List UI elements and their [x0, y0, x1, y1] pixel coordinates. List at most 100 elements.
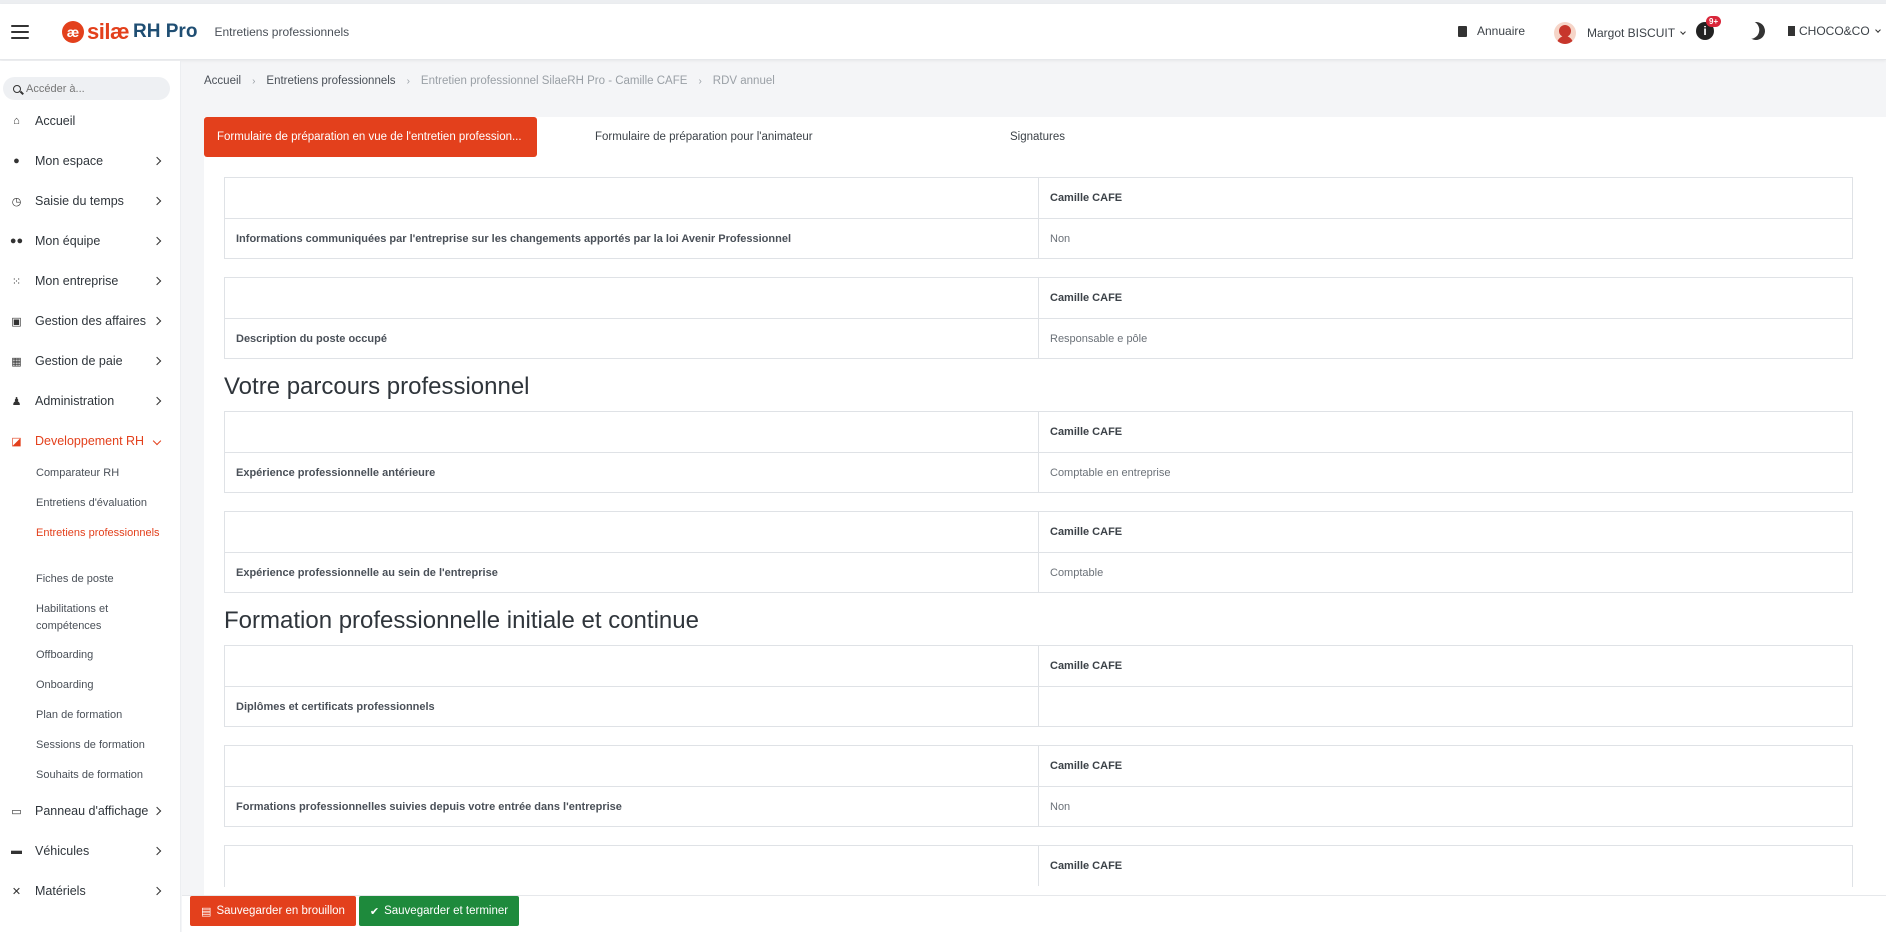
section-title-parcours: Votre parcours professionnel: [224, 373, 530, 400]
breadcrumb-separator: ›: [698, 75, 702, 87]
sidebar-item-saisie-du-temps[interactable]: ◷ Saisie du temps: [0, 187, 181, 215]
empty-cell: [225, 178, 1039, 218]
answer-value: Non: [1050, 800, 1071, 813]
sidebar-item-label: Gestion des affaires: [35, 314, 146, 328]
sidebar-item-label: Gestion de paie: [35, 354, 123, 368]
tab-signatures[interactable]: Signatures: [1010, 117, 1065, 157]
tab-formulaire-preparation[interactable]: Formulaire de préparation en vue de l'en…: [204, 117, 537, 157]
logo-name: silæ: [87, 18, 130, 44]
sidebar-item-gestion-de-paie[interactable]: ▦ Gestion de paie: [0, 347, 181, 375]
question-label: Description du poste occupé: [225, 319, 1039, 358]
sidebar-item-label: Accueil: [35, 114, 76, 128]
section-title-formation: Formation professionnelle initiale et co…: [224, 607, 699, 634]
notifications-button[interactable]: i 9+: [1696, 16, 1722, 40]
action-bar: ▤ Sauvegarder en brouillon ✔ Sauvegarder…: [182, 895, 1886, 932]
sidebar-subitem-comparateur-rh[interactable]: Comparateur RH: [36, 465, 166, 482]
user-icon: ●: [13, 155, 20, 167]
logo-mark: æ: [62, 20, 84, 43]
chevron-right-icon: [152, 356, 162, 366]
sidebar-subitem-sessions-de-formation[interactable]: Sessions de formation: [36, 737, 166, 754]
sidebar-item-panneau-affichage[interactable]: ▭ Panneau d'affichage: [0, 797, 181, 825]
sidebar-item-mon-espace[interactable]: ● Mon espace: [0, 147, 181, 175]
breadcrumb: Accueil › Entretiens professionnels › En…: [204, 75, 775, 87]
annuaire-link[interactable]: Annuaire: [1458, 24, 1525, 38]
grid-icon: ⁙: [11, 275, 22, 288]
question-label: Formations professionnelles suivies depu…: [225, 787, 1039, 826]
growth-icon: ◪: [11, 435, 22, 448]
form-block-3: Camille CAFE Expérience professionnelle …: [224, 411, 1853, 493]
sidebar-subitem-habilitations[interactable]: Habilitations et compétences: [36, 601, 166, 635]
address-book-icon: [1458, 25, 1467, 37]
company-selector[interactable]: CHOCO&CO: [1788, 24, 1881, 38]
empty-cell: [225, 746, 1039, 786]
sidebar-subitem-fiches-de-poste[interactable]: Fiches de poste: [36, 571, 166, 588]
sidebar-item-mon-entreprise[interactable]: ⁙ Mon entreprise: [0, 267, 181, 295]
sidebar-subitem-souhaits-de-formation[interactable]: Souhaits de formation: [36, 767, 166, 784]
chevron-down-icon: [1874, 26, 1881, 33]
breadcrumb-current: RDV annuel: [712, 75, 775, 87]
sidebar-subitem-offboarding[interactable]: Offboarding: [36, 647, 166, 664]
empty-cell: [225, 512, 1039, 552]
form-block-6: Camille CAFE Formations professionnelles…: [224, 745, 1853, 827]
sidebar-search[interactable]: [3, 77, 170, 100]
person-header: Camille CAFE: [1050, 292, 1123, 304]
sidebar-item-label: Mon entreprise: [35, 274, 119, 288]
chevron-right-icon: [152, 156, 162, 166]
question-label: Expérience professionnelle au sein de l'…: [225, 553, 1039, 592]
main-content: Accueil › Entretiens professionnels › En…: [182, 61, 1886, 932]
sidebar-item-administration[interactable]: ♟ Administration: [0, 387, 181, 415]
form-block-7: Camille CAFE: [224, 845, 1853, 887]
clipboard-icon: ▣: [11, 315, 22, 328]
sidebar-item-label: Mon espace: [35, 154, 104, 168]
car-icon: ▬: [11, 845, 22, 857]
chevron-right-icon: [152, 236, 162, 246]
breadcrumb-accueil[interactable]: Accueil: [204, 75, 241, 87]
sidebar-item-mon-equipe[interactable]: ●● Mon équipe: [0, 227, 181, 255]
chevron-down-icon: [1680, 28, 1686, 35]
dark-mode-toggle[interactable]: [1747, 22, 1765, 40]
calculator-icon: ▦: [11, 355, 22, 368]
save-finish-button[interactable]: ✔ Sauvegarder et terminer: [359, 896, 519, 926]
sidebar-item-label: Matériels: [35, 884, 86, 898]
sidebar-subitem-entretiens-evaluation[interactable]: Entretiens d'évaluation: [36, 495, 166, 512]
save-draft-button[interactable]: ▤ Sauvegarder en brouillon: [190, 896, 356, 926]
person-header: Camille CAFE: [1050, 760, 1123, 772]
sidebar-item-accueil[interactable]: ⌂ Accueil: [0, 107, 181, 135]
empty-cell: [225, 412, 1039, 452]
logo-suffix: RH Pro: [133, 20, 198, 42]
board-icon: ▭: [11, 805, 22, 818]
sidebar: ⌂ Accueil ● Mon espace ◷ Saisie du temps…: [0, 61, 181, 932]
answer-value: Responsable e pôle: [1050, 332, 1148, 345]
form-block-1: Camille CAFE Informations communiquées p…: [224, 177, 1853, 259]
answer-value: Comptable en entreprise: [1050, 466, 1171, 479]
check-icon: ✔: [369, 905, 380, 918]
sidebar-item-vehicules[interactable]: ▬ Véhicules: [0, 837, 181, 865]
answer-value: [1039, 687, 1852, 726]
sidebar-item-label: Mon équipe: [35, 234, 101, 248]
chevron-right-icon: [152, 316, 162, 326]
admin-icon: ♟: [11, 395, 22, 408]
floppy-icon: ▤: [201, 905, 212, 918]
form-block-5: Camille CAFE Diplômes et certificats pro…: [224, 645, 1853, 727]
sidebar-item-label: Saisie du temps: [35, 194, 124, 208]
person-header: Camille CAFE: [1050, 426, 1123, 438]
search-input[interactable]: [26, 82, 166, 95]
sidebar-item-materiels[interactable]: ✕ Matériels: [0, 877, 181, 905]
building-icon: [1788, 26, 1795, 36]
logo[interactable]: æ silæ RH Pro: [62, 12, 197, 52]
sidebar-subitem-plan-de-formation[interactable]: Plan de formation: [36, 707, 166, 724]
chevron-right-icon: [152, 806, 162, 816]
chevron-right-icon: [152, 276, 162, 286]
breadcrumb-entretiens[interactable]: Entretiens professionnels: [266, 75, 395, 87]
sidebar-subitem-entretiens-professionnels[interactable]: Entretiens professionnels: [36, 525, 166, 542]
tab-formulaire-animateur[interactable]: Formulaire de préparation pour l'animate…: [595, 117, 813, 157]
save-draft-label: Sauvegarder en brouillon: [216, 905, 345, 917]
menu-icon[interactable]: [11, 24, 29, 39]
chevron-right-icon: [152, 886, 162, 896]
breadcrumb-entretien[interactable]: Entretien professionnel SilaeRH Pro - Ca…: [421, 75, 688, 87]
sidebar-subitem-onboarding[interactable]: Onboarding: [36, 677, 166, 694]
sidebar-item-developpement-rh[interactable]: ◪ Developpement RH: [0, 427, 181, 455]
sidebar-item-gestion-des-affaires[interactable]: ▣ Gestion des affaires: [0, 307, 181, 335]
person-header: Camille CAFE: [1050, 192, 1123, 204]
user-menu[interactable]: Margot BISCUIT: [1554, 22, 1686, 44]
